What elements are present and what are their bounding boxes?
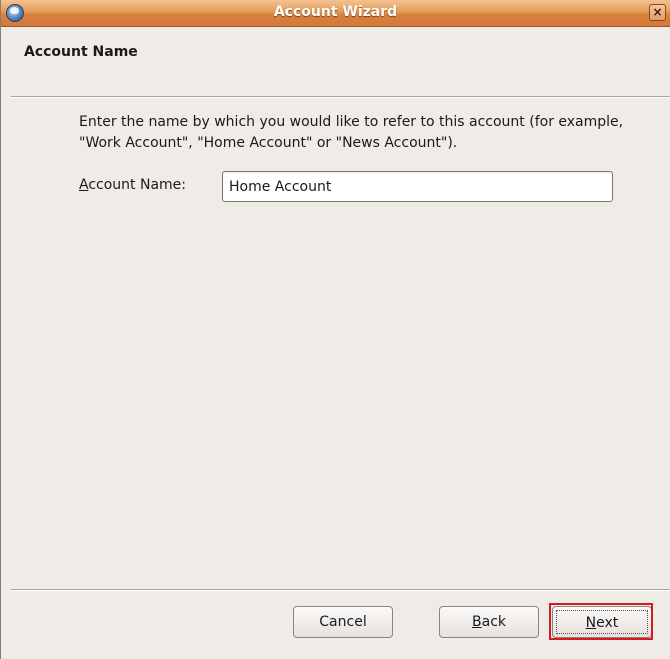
wizard-header [1,27,670,95]
account-name-label-mnemonic: A [79,177,89,193]
header-divider [11,96,670,97]
page-title: Account Name [24,44,138,60]
page-description: Enter the name by which you would like t… [79,114,624,151]
cancel-button[interactable]: Cancel [293,606,393,638]
account-name-label: Account Name: [79,177,186,193]
back-mnemonic: B [472,614,482,630]
focus-ring: Next [556,610,648,634]
next-button[interactable]: Next [552,606,652,638]
account-name-label-text: ccount Name: [88,177,187,193]
account-name-input[interactable] [222,171,613,202]
close-icon: × [652,5,663,19]
next-mnemonic: N [585,615,597,631]
window-title: Account Wizard [273,4,398,20]
account-wizard-window: Account Wizard × Account Name Enter the … [0,0,670,659]
back-label: ack [481,614,506,630]
title-bar[interactable]: Account Wizard × [1,0,670,27]
back-button[interactable]: Back [439,606,539,638]
footer-divider [11,589,670,590]
next-label: ext [596,615,619,631]
close-button[interactable]: × [649,4,666,21]
